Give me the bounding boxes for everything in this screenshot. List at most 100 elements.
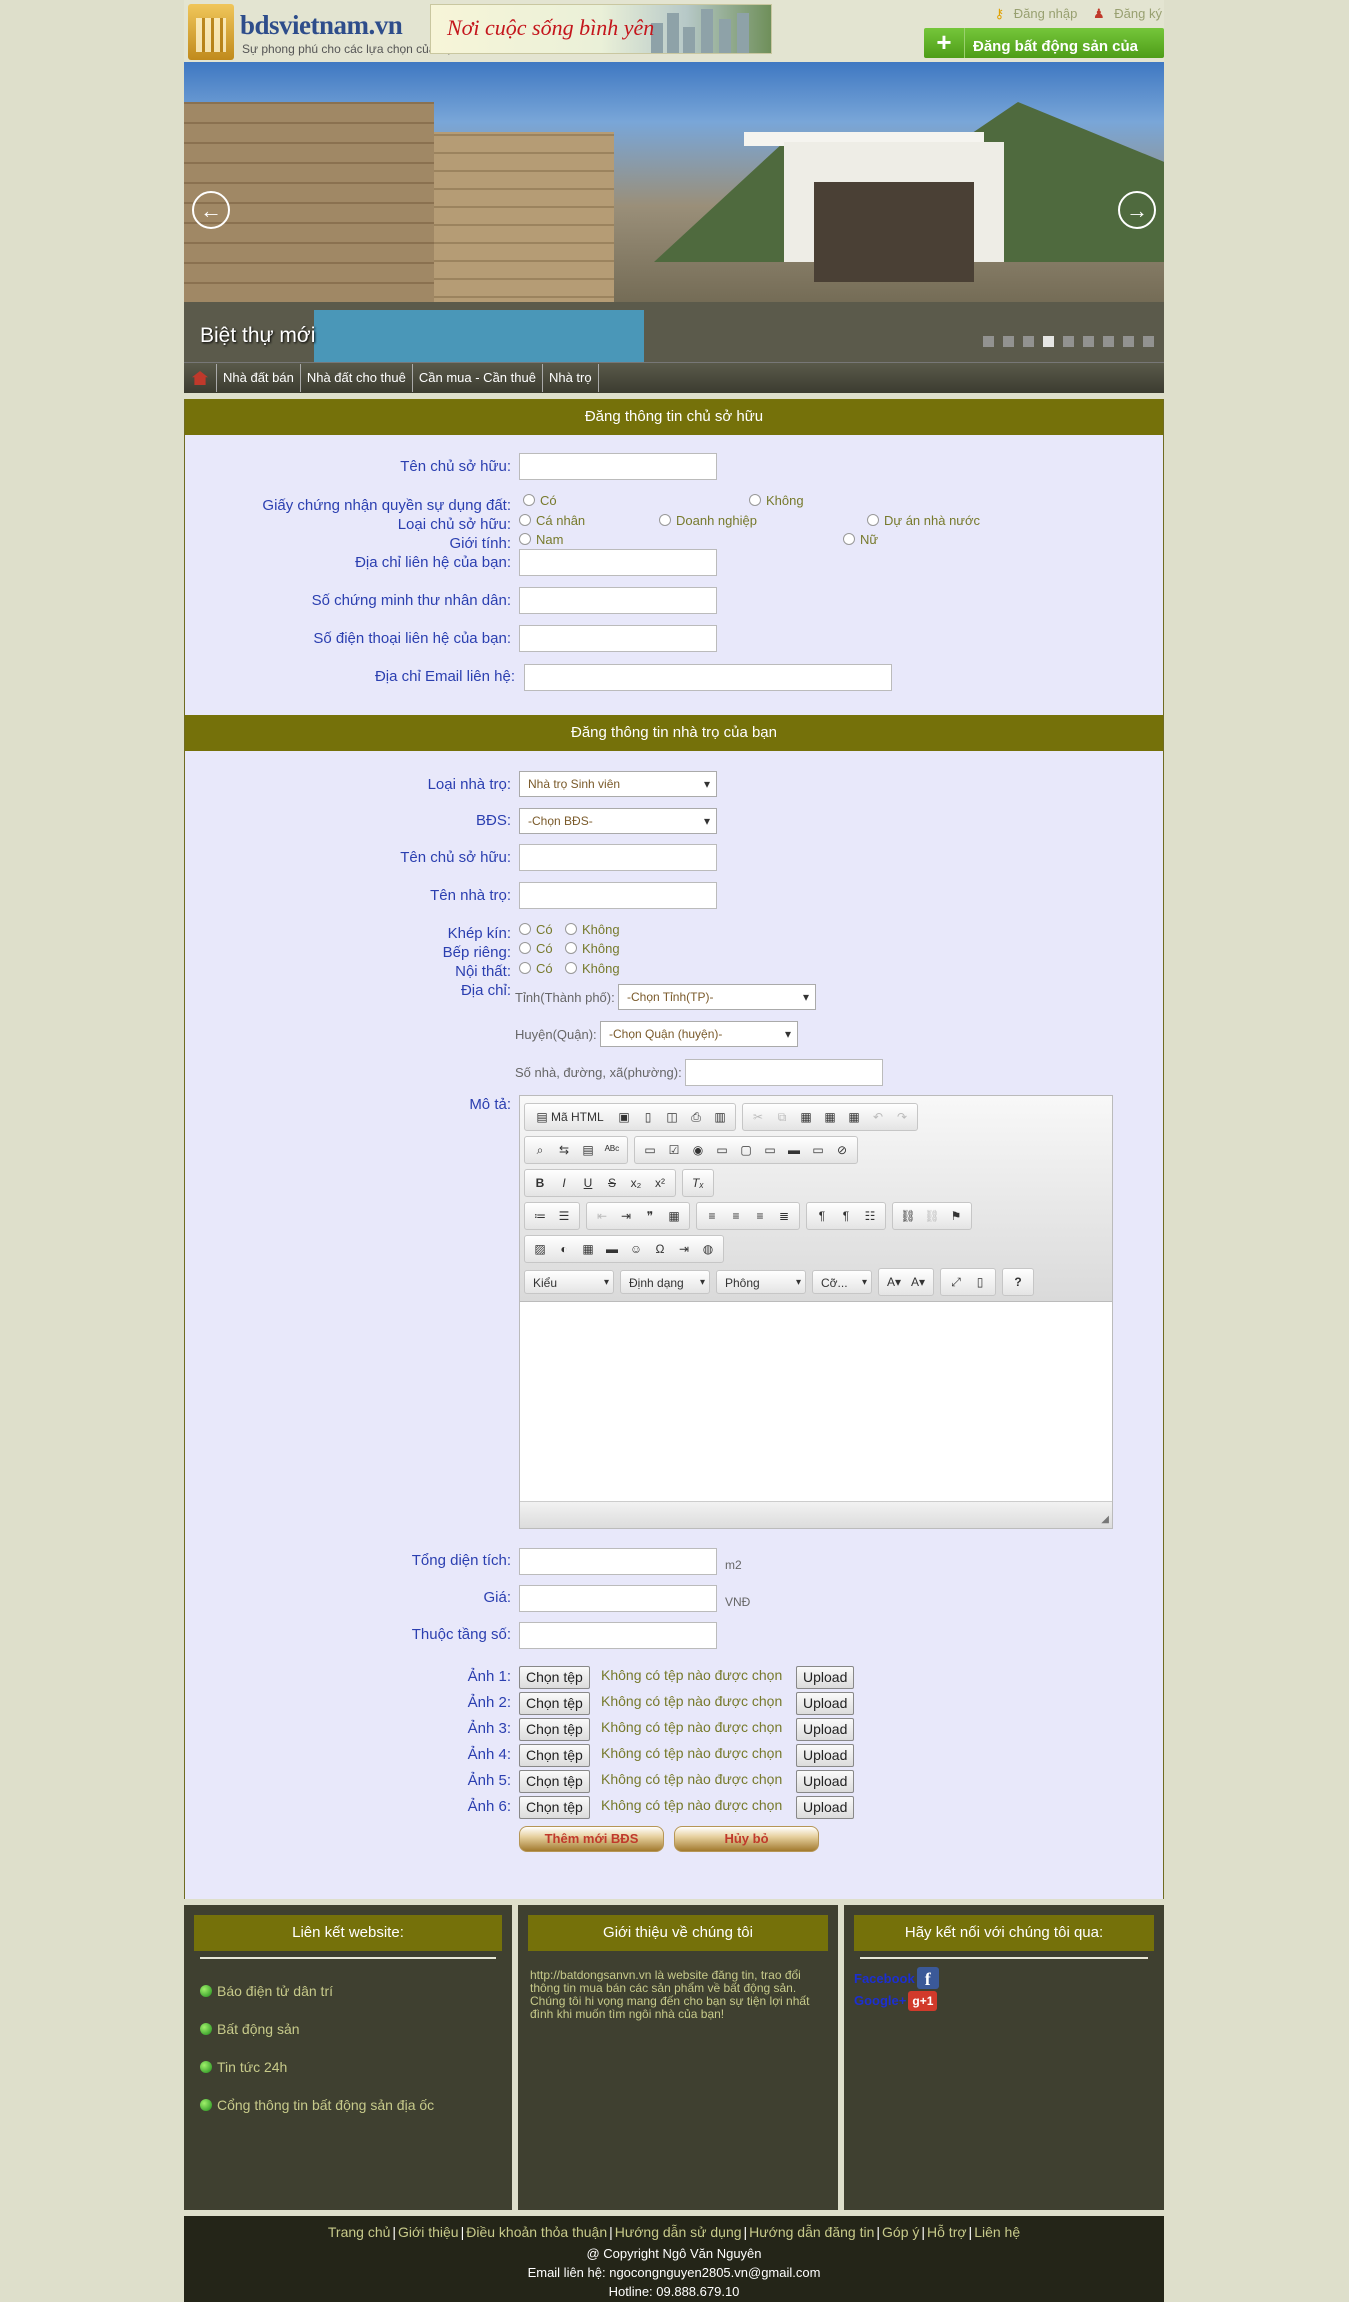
templates-icon[interactable]: ▥ (710, 1106, 730, 1128)
private-kitchen-yes[interactable]: Có (519, 941, 553, 956)
strikethrough-icon[interactable]: S (602, 1172, 622, 1194)
anchor-flag-icon[interactable]: ⚑ (946, 1205, 966, 1227)
slider-dot[interactable] (1063, 336, 1074, 347)
nav-item-want-buy-rent[interactable]: Cần mua - Cần thuê (413, 364, 543, 392)
radio-button[interactable] (867, 514, 879, 526)
footer-bottom-link[interactable]: Hướng dẫn đăng tin (749, 2224, 874, 2240)
bold-icon[interactable]: B (530, 1172, 550, 1194)
closed-room-no[interactable]: Không (565, 922, 620, 937)
indent-icon[interactable]: ⇥ (616, 1205, 636, 1227)
ltr-icon[interactable]: ¶ (812, 1205, 832, 1227)
find-icon[interactable]: ⌕ (530, 1139, 550, 1161)
page-break-icon[interactable]: ⇥ (674, 1238, 694, 1260)
outdent-icon[interactable]: ⇤ (592, 1205, 612, 1227)
radio-button[interactable] (659, 514, 671, 526)
phone-input[interactable] (519, 625, 717, 652)
radio-button[interactable] (519, 942, 531, 954)
radio-button[interactable] (749, 494, 761, 506)
upload-button[interactable]: Upload (796, 1692, 855, 1715)
remove-format-icon[interactable]: Tₓ (688, 1172, 708, 1194)
slider-dot[interactable] (1023, 336, 1034, 347)
iframe-globe-icon[interactable]: ◍ (698, 1238, 718, 1260)
certificate-yes-option[interactable]: Có (523, 493, 557, 508)
post-property-button[interactable]: +Đăng bất động sản của bạn (924, 28, 1164, 85)
radio-button[interactable] (565, 923, 577, 935)
radio-button[interactable] (519, 962, 531, 974)
cut-icon[interactable]: ✂ (748, 1106, 768, 1128)
radio-button[interactable] (523, 494, 535, 506)
redo-icon[interactable]: ↷ (892, 1106, 912, 1128)
horizontal-rule-icon[interactable]: ▬ (602, 1238, 622, 1260)
paste-word-icon[interactable]: ▦ (844, 1106, 864, 1128)
room-owner-name-input[interactable] (519, 844, 717, 871)
email-input[interactable] (524, 664, 892, 691)
source-html-button[interactable]: ▤ Mã HTML (530, 1106, 610, 1128)
footer-link-property-portal[interactable]: Cổng thông tin bất động sản địa ốc (200, 2097, 434, 2113)
address-input[interactable] (519, 549, 717, 576)
table-icon[interactable]: ▦ (578, 1238, 598, 1260)
underline-icon[interactable]: U (578, 1172, 598, 1194)
upload-button[interactable]: Upload (796, 1770, 855, 1793)
owner-type-business[interactable]: Doanh nghiệp (659, 513, 757, 528)
footer-bottom-link[interactable]: Hướng dẫn sử dụng (615, 2224, 742, 2240)
footer-link-dantri[interactable]: Báo điện tử dân trí (200, 1983, 434, 1999)
radio-button[interactable] (519, 533, 531, 545)
form-icon[interactable]: ▭ (640, 1139, 660, 1161)
background-color-icon[interactable]: A▾ (908, 1271, 928, 1293)
save-icon[interactable]: ▣ (614, 1106, 634, 1128)
footer-bottom-link[interactable]: Trang chủ (328, 2224, 391, 2240)
undo-icon[interactable]: ↶ (868, 1106, 888, 1128)
paste-text-icon[interactable]: ▦ (820, 1106, 840, 1128)
subscript-icon[interactable]: x₂ (626, 1172, 646, 1194)
format-combo[interactable]: Định dạng (620, 1269, 710, 1295)
private-kitchen-no[interactable]: Không (565, 941, 620, 956)
bullet-list-icon[interactable]: ☰ (554, 1205, 574, 1227)
language-icon[interactable]: ☷ (860, 1205, 880, 1227)
cancel-button[interactable]: Hủy bỏ (674, 1826, 819, 1852)
upload-button[interactable]: Upload (796, 1796, 855, 1819)
select-field-icon[interactable]: ▭ (760, 1139, 780, 1161)
replace-icon[interactable]: ⇆ (554, 1139, 574, 1161)
link-icon[interactable]: ⛓ (898, 1205, 918, 1227)
print-icon[interactable]: ⎙ (686, 1106, 706, 1128)
slider-dot[interactable] (1083, 336, 1094, 347)
preview-icon[interactable]: ◫ (662, 1106, 682, 1128)
textfield-icon[interactable]: ▭ (712, 1139, 732, 1161)
nav-item-land-rent[interactable]: Nhà đất cho thuê (301, 364, 413, 392)
editor-content-area[interactable] (520, 1302, 1112, 1500)
font-combo[interactable]: Phông (716, 1269, 806, 1295)
footer-bottom-link[interactable]: Liên hệ (974, 2224, 1020, 2240)
certificate-no-option[interactable]: Không (749, 493, 804, 508)
furniture-yes[interactable]: Có (519, 961, 553, 976)
choose-file-button[interactable]: Chọn tệp (519, 1666, 590, 1689)
hidden-field-icon[interactable]: ⊘ (832, 1139, 852, 1161)
choose-file-button[interactable]: Chọn tệp (519, 1770, 590, 1793)
gender-female-option[interactable]: Nữ (843, 532, 878, 547)
style-combo[interactable]: Kiểu (524, 1269, 614, 1295)
select-all-icon[interactable]: ▤ (578, 1139, 598, 1161)
street-input[interactable] (685, 1059, 883, 1086)
resize-handle-icon[interactable]: ◢ (1101, 1514, 1109, 1525)
align-right-icon[interactable]: ≡ (750, 1205, 770, 1227)
province-select[interactable]: -Chọn Tỉnh(TP)- (618, 984, 816, 1010)
checkbox-icon[interactable]: ☑ (664, 1139, 684, 1161)
nav-item-land-sale[interactable]: Nhà đất bán (217, 364, 301, 392)
italic-icon[interactable]: I (554, 1172, 574, 1194)
radio-button[interactable] (565, 962, 577, 974)
radio-button[interactable] (565, 942, 577, 954)
rtl-icon[interactable]: ¶ (836, 1205, 856, 1227)
footer-link-news24h[interactable]: Tin tức 24h (200, 2059, 434, 2075)
id-number-input[interactable] (519, 587, 717, 614)
bds-select[interactable]: -Chọn BĐS- (519, 808, 717, 834)
home-nav-button[interactable] (184, 364, 217, 392)
text-color-icon[interactable]: A▾ (884, 1271, 904, 1293)
numbered-list-icon[interactable]: ≔ (530, 1205, 550, 1227)
owner-name-input[interactable] (519, 453, 717, 480)
choose-file-button[interactable]: Chọn tệp (519, 1796, 590, 1819)
site-logo[interactable]: bdsvietnam.vn Sự phong phú cho các lựa c… (188, 4, 459, 60)
show-blocks-icon[interactable]: ▯ (970, 1271, 990, 1293)
slider-dot[interactable] (1103, 336, 1114, 347)
upload-button[interactable]: Upload (796, 1718, 855, 1741)
paste-icon[interactable]: ▦ (796, 1106, 816, 1128)
align-left-icon[interactable]: ≡ (702, 1205, 722, 1227)
